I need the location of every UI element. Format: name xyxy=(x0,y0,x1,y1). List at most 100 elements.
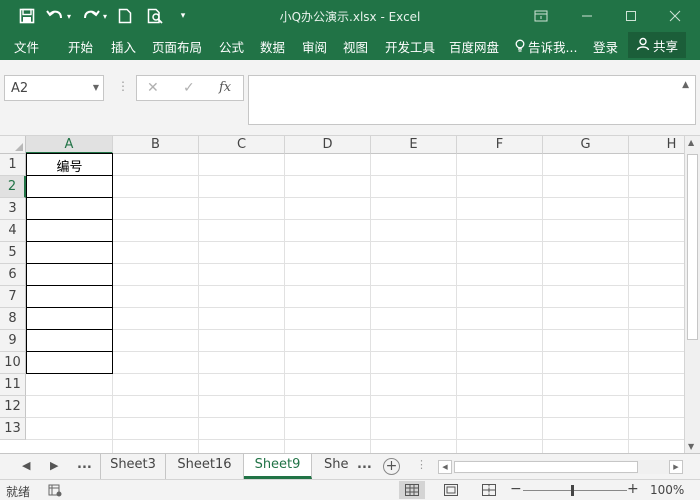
cell-a10[interactable] xyxy=(26,351,113,374)
tab-review[interactable]: 审阅 xyxy=(302,37,327,56)
collapse-formula-bar-icon[interactable]: ▲ xyxy=(682,80,689,90)
prev-sheet-icon[interactable]: ◀ xyxy=(22,459,30,472)
worksheet-grid[interactable]: A B C D E F G H 1 2 3 4 5 6 7 8 9 10 11 … xyxy=(0,136,684,453)
tab-home[interactable]: 开始 xyxy=(68,37,93,56)
restore-icon[interactable] xyxy=(614,0,648,32)
column-header-a[interactable]: A xyxy=(26,136,113,154)
next-sheet-icon[interactable]: ▶ xyxy=(50,459,58,472)
select-all-button[interactable] xyxy=(0,136,26,154)
cancel-icon[interactable]: ✕ xyxy=(147,80,159,96)
zoom-slider[interactable] xyxy=(523,490,627,491)
tab-splitter-icon[interactable]: ⋮ xyxy=(416,458,427,471)
cell-a1-text: 编号 xyxy=(56,160,83,175)
gridline xyxy=(26,175,684,176)
cell-a5[interactable] xyxy=(26,241,113,264)
redo-dropdown-icon[interactable]: ▾ xyxy=(100,0,110,32)
scroll-left-icon[interactable]: ◀ xyxy=(438,460,452,474)
cell-a4[interactable] xyxy=(26,219,113,242)
zoom-out-button[interactable]: − xyxy=(510,481,522,497)
tell-me-search[interactable]: 告诉我... xyxy=(515,37,577,56)
column-header-e[interactable]: E xyxy=(371,136,457,154)
row-header-5[interactable]: 5 xyxy=(0,242,26,264)
add-sheet-button[interactable]: + xyxy=(383,458,400,475)
sheet-tab-partial[interactable]: Shee xyxy=(312,454,348,479)
tab-data[interactable]: 数据 xyxy=(260,37,285,56)
customize-toolbar-icon[interactable]: ▾ xyxy=(176,0,190,32)
gridline xyxy=(26,417,684,418)
row-header-9[interactable]: 9 xyxy=(0,330,26,352)
vertical-scrollbar[interactable]: ▲ ▼ xyxy=(684,136,700,453)
tab-page-layout[interactable]: 页面布局 xyxy=(152,37,202,56)
more-sheets-right[interactable]: ... xyxy=(357,457,372,472)
vertical-scroll-thumb[interactable] xyxy=(687,154,698,340)
tab-file[interactable]: 文件 xyxy=(14,37,39,56)
cell-a7[interactable] xyxy=(26,285,113,308)
row-header-4[interactable]: 4 xyxy=(0,220,26,242)
ribbon-display-options-icon[interactable] xyxy=(524,0,558,32)
print-preview-icon[interactable] xyxy=(144,0,168,32)
row-header-3[interactable]: 3 xyxy=(0,198,26,220)
zoom-in-button[interactable]: + xyxy=(627,481,639,497)
title-bar: ▾ ▾ ▾ 小Q办公演示.xlsx - Excel xyxy=(0,0,700,32)
column-header-d[interactable]: D xyxy=(285,136,371,154)
tab-formulas[interactable]: 公式 xyxy=(219,37,244,56)
sheet-tab-sheet9[interactable]: Sheet9 xyxy=(244,454,312,479)
column-header-c[interactable]: C xyxy=(199,136,285,154)
page-layout-view-icon[interactable] xyxy=(438,481,464,499)
macro-record-icon[interactable] xyxy=(48,483,62,500)
row-header-1[interactable]: 1 xyxy=(0,154,26,176)
tab-insert[interactable]: 插入 xyxy=(111,37,136,56)
undo-dropdown-icon[interactable]: ▾ xyxy=(64,0,74,32)
redo-icon[interactable] xyxy=(80,0,102,32)
row-header-11[interactable]: 11 xyxy=(0,374,26,396)
insert-function-icon[interactable]: fx xyxy=(219,80,231,95)
more-sheets-left[interactable]: ... xyxy=(77,457,92,472)
gridline xyxy=(26,351,684,352)
row-header-2[interactable]: 2 xyxy=(0,176,26,198)
enter-icon[interactable]: ✓ xyxy=(183,80,195,96)
horizontal-scrollbar[interactable]: ◀ ▶ xyxy=(438,460,683,474)
lightbulb-icon xyxy=(515,39,525,55)
tab-developer[interactable]: 开发工具 xyxy=(385,37,435,56)
new-file-icon[interactable] xyxy=(114,0,136,32)
row-header-7[interactable]: 7 xyxy=(0,286,26,308)
gridline xyxy=(542,154,543,453)
name-box-dropdown-icon[interactable]: ▼ xyxy=(93,83,99,92)
normal-view-icon[interactable] xyxy=(399,481,425,499)
row-header-6[interactable]: 6 xyxy=(0,264,26,286)
cell-a8[interactable] xyxy=(26,307,113,330)
sign-in-link[interactable]: 登录 xyxy=(593,37,618,56)
undo-icon[interactable] xyxy=(44,0,66,32)
zoom-level[interactable]: 100% xyxy=(650,483,684,497)
close-icon[interactable] xyxy=(658,0,692,32)
cell-a3[interactable] xyxy=(26,197,113,220)
page-break-preview-icon[interactable] xyxy=(476,481,502,499)
formula-bar-grip-icon[interactable]: ⋮ xyxy=(117,79,129,93)
scroll-down-icon[interactable]: ▼ xyxy=(688,442,694,451)
sheet-tab-sheet16[interactable]: Sheet16 xyxy=(166,454,244,479)
share-button[interactable]: 共享 xyxy=(628,32,686,58)
formula-input[interactable]: ▲ xyxy=(248,75,696,125)
cell-a2[interactable] xyxy=(26,175,113,198)
row-header-13[interactable]: 13 xyxy=(0,418,26,440)
column-header-g[interactable]: G xyxy=(543,136,629,154)
sheet-tab-sheet3[interactable]: Sheet3 xyxy=(100,454,166,479)
cell-a9[interactable] xyxy=(26,329,113,352)
row-header-10[interactable]: 10 xyxy=(0,352,26,374)
column-header-h[interactable]: H xyxy=(629,136,684,154)
minimize-icon[interactable] xyxy=(570,0,604,32)
column-header-b[interactable]: B xyxy=(113,136,199,154)
scroll-up-icon[interactable]: ▲ xyxy=(688,138,694,147)
cell-a6[interactable] xyxy=(26,263,113,286)
save-icon[interactable] xyxy=(14,0,40,32)
tab-baidu-netdisk[interactable]: 百度网盘 xyxy=(449,37,499,56)
column-header-f[interactable]: F xyxy=(457,136,543,154)
cell-a1[interactable]: 编号 xyxy=(26,153,113,176)
row-header-12[interactable]: 12 xyxy=(0,396,26,418)
zoom-slider-thumb[interactable] xyxy=(571,485,574,496)
scroll-right-icon[interactable]: ▶ xyxy=(669,460,683,474)
name-box[interactable]: A2 ▼ xyxy=(4,75,104,101)
row-header-8[interactable]: 8 xyxy=(0,308,26,330)
horizontal-scroll-thumb[interactable] xyxy=(454,461,638,473)
tab-view[interactable]: 视图 xyxy=(343,37,368,56)
